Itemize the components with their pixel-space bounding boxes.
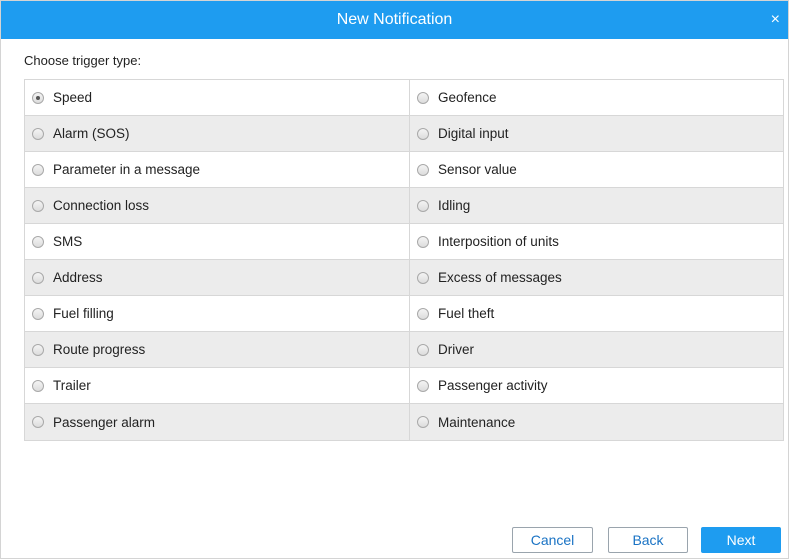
radio-icon[interactable] [417, 307, 429, 320]
radio-icon[interactable] [32, 199, 44, 212]
trigger-row: Route progress Driver [25, 332, 783, 368]
radio-icon[interactable] [32, 271, 44, 284]
radio-icon[interactable] [417, 91, 429, 104]
radio-icon[interactable] [32, 163, 44, 176]
trigger-option-driver[interactable]: Driver [410, 332, 783, 367]
trigger-option-alarm-sos[interactable]: Alarm (SOS) [25, 116, 410, 151]
trigger-option-idling[interactable]: Idling [410, 188, 783, 223]
trigger-label: Route progress [53, 342, 146, 357]
trigger-row: Speed Geofence [25, 80, 783, 116]
trigger-label: SMS [53, 234, 83, 249]
trigger-label: Maintenance [438, 414, 516, 430]
dialog-title: New Notification [336, 11, 453, 28]
trigger-label: Excess of messages [438, 270, 562, 285]
trigger-label: Passenger activity [438, 378, 548, 393]
trigger-option-connection-loss[interactable]: Connection loss [25, 188, 410, 223]
trigger-label: Interposition of units [438, 234, 559, 249]
radio-icon[interactable] [417, 271, 429, 284]
trigger-row: Parameter in a message Sensor value [25, 152, 783, 188]
trigger-option-maintenance[interactable]: Maintenance [410, 404, 783, 440]
radio-icon[interactable] [417, 379, 429, 392]
radio-icon[interactable] [417, 199, 429, 212]
radio-icon[interactable] [32, 307, 44, 320]
radio-icon[interactable] [32, 379, 44, 392]
trigger-label: Fuel theft [438, 306, 495, 321]
trigger-label: Idling [438, 198, 471, 213]
trigger-label: Driver [438, 342, 474, 357]
radio-icon[interactable] [417, 235, 429, 248]
radio-icon[interactable] [417, 416, 429, 428]
trigger-row: SMS Interposition of units [25, 224, 783, 260]
trigger-option-passenger-activity[interactable]: Passenger activity [410, 368, 783, 403]
cancel-button[interactable]: Cancel [512, 527, 593, 553]
back-button[interactable]: Back [608, 527, 688, 553]
trigger-option-fuel-filling[interactable]: Fuel filling [25, 296, 410, 331]
trigger-type-prompt: Choose trigger type: [24, 53, 142, 68]
radio-icon[interactable] [32, 343, 44, 356]
trigger-label: Alarm (SOS) [53, 126, 130, 141]
trigger-row: Connection loss Idling [25, 188, 783, 224]
radio-icon[interactable] [417, 163, 429, 176]
radio-icon[interactable] [32, 235, 44, 248]
trigger-option-excess-of-messages[interactable]: Excess of messages [410, 260, 783, 295]
next-button[interactable]: Next [701, 527, 781, 553]
trigger-row: Address Excess of messages [25, 260, 783, 296]
trigger-option-fuel-theft[interactable]: Fuel theft [410, 296, 783, 331]
close-icon[interactable]: × [771, 11, 780, 29]
dialog-titlebar: New Notification × [1, 1, 788, 39]
trigger-row: Trailer Passenger activity [25, 368, 783, 404]
new-notification-dialog: New Notification × Choose trigger type: … [0, 0, 789, 559]
radio-icon[interactable] [417, 343, 429, 356]
trigger-option-route-progress[interactable]: Route progress [25, 332, 410, 367]
trigger-label: Parameter in a message [53, 162, 201, 177]
trigger-option-interposition-of-units[interactable]: Interposition of units [410, 224, 783, 259]
trigger-label: Digital input [438, 126, 509, 141]
trigger-label: Connection loss [53, 198, 150, 213]
trigger-row: Fuel filling Fuel theft [25, 296, 783, 332]
trigger-option-sms[interactable]: SMS [25, 224, 410, 259]
radio-icon[interactable] [417, 127, 429, 140]
trigger-label: Trailer [53, 378, 91, 393]
trigger-type-grid: Speed Geofence Alarm (SOS) Digital input… [24, 79, 784, 441]
trigger-label: Speed [53, 90, 93, 105]
trigger-option-address[interactable]: Address [25, 260, 410, 295]
trigger-label: Address [53, 270, 103, 285]
trigger-option-sensor-value[interactable]: Sensor value [410, 152, 783, 187]
radio-icon[interactable] [32, 416, 44, 428]
trigger-row: Alarm (SOS) Digital input [25, 116, 783, 152]
radio-checked-icon[interactable] [32, 91, 44, 104]
trigger-label: Geofence [438, 90, 497, 105]
trigger-label: Fuel filling [53, 306, 114, 321]
trigger-option-passenger-alarm[interactable]: Passenger alarm [25, 404, 410, 440]
trigger-label: Sensor value [438, 162, 517, 177]
trigger-option-trailer[interactable]: Trailer [25, 368, 410, 403]
trigger-row: Passenger alarm Maintenance [25, 404, 783, 440]
trigger-option-parameter-in-message[interactable]: Parameter in a message [25, 152, 410, 187]
trigger-label: Passenger alarm [53, 414, 156, 430]
trigger-option-speed[interactable]: Speed [25, 80, 410, 115]
trigger-option-geofence[interactable]: Geofence [410, 80, 783, 115]
trigger-option-digital-input[interactable]: Digital input [410, 116, 783, 151]
radio-icon[interactable] [32, 127, 44, 140]
